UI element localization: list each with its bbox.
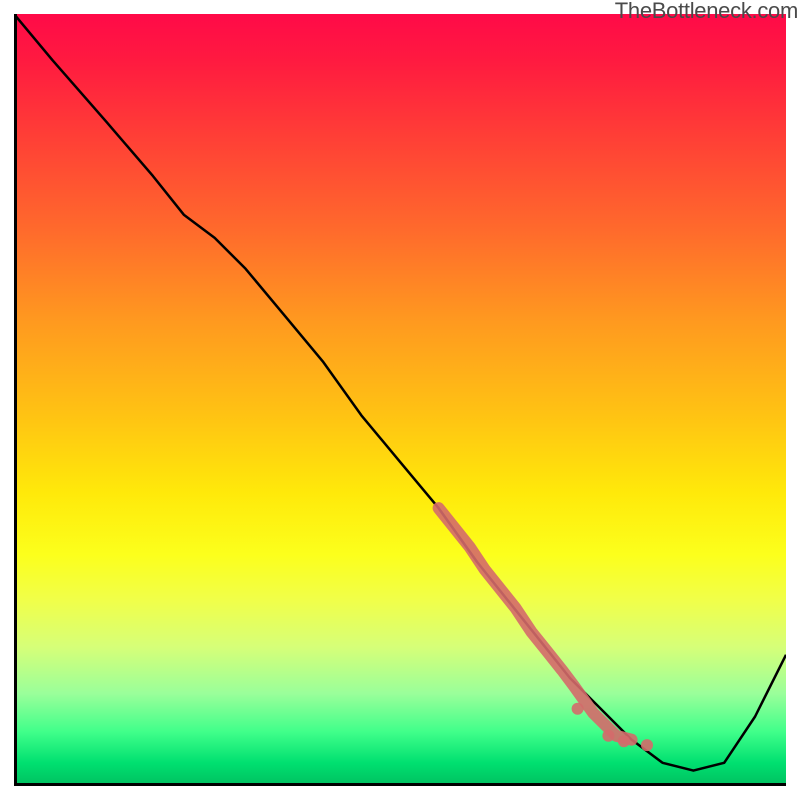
- watermark-text: TheBottleneck.com: [615, 0, 798, 24]
- plot-area: [14, 14, 786, 786]
- chart-container: TheBottleneck.com: [0, 0, 800, 800]
- gradient-background: [14, 14, 786, 786]
